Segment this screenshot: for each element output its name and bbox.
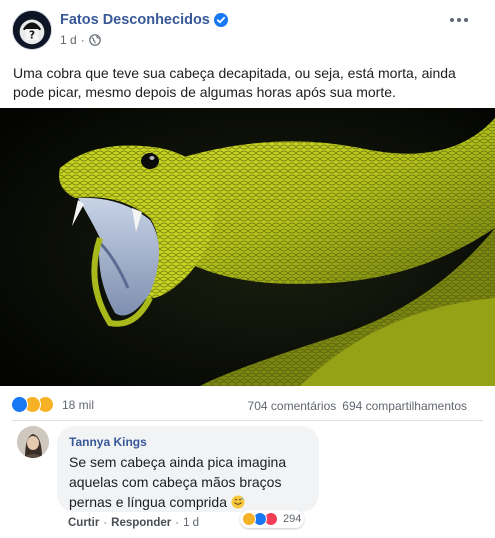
reply-comment-link[interactable]: Responder (111, 517, 171, 529)
like-reaction-icon (11, 396, 28, 413)
post-header: ? Fatos Desconhecidos 1 d · (0, 0, 495, 56)
like-comment-link[interactable]: Curtir (68, 517, 99, 529)
commenter-avatar[interactable] (17, 426, 49, 458)
page-avatar[interactable]: ? (12, 10, 52, 50)
comments-count[interactable]: 704 comentários (248, 399, 337, 413)
globe-icon (88, 34, 101, 46)
comment-body: Se sem cabeça ainda pica imagina aquelas… (69, 454, 287, 510)
post-stats: 18 mil 704 comentários 694 compartilhame… (0, 392, 495, 420)
comment-actions: Curtir · Responder · 1 d (68, 517, 199, 529)
verified-badge-icon (213, 13, 228, 27)
action-separator: · (175, 517, 180, 529)
post-meta: 1 d · (60, 33, 101, 47)
meta-separator: · (80, 33, 85, 47)
reactions-count[interactable]: 18 mil (62, 398, 94, 412)
post-text: Uma cobra que teve sua cabeça decapitada… (13, 65, 456, 100)
more-options-icon[interactable] (447, 12, 471, 28)
divider (12, 420, 483, 421)
reactions-summary[interactable]: 18 mil (11, 396, 94, 413)
comment-bubble: Tannya Kings Se sem cabeça ainda pica im… (57, 426, 319, 512)
comment-reactions-count: 294 (283, 513, 302, 525)
comment-time[interactable]: 1 d (183, 517, 199, 529)
post-time[interactable]: 1 d (60, 33, 77, 47)
page-name[interactable]: Fatos Desconhecidos (60, 12, 210, 28)
page-name-link[interactable]: Fatos Desconhecidos (60, 12, 228, 28)
engagement-counts: 704 comentários 694 compartilhamentos (248, 399, 467, 413)
svg-text:?: ? (29, 30, 35, 42)
post-photo[interactable] (0, 108, 495, 386)
sweat-smile-emoji (231, 495, 245, 509)
shares-count[interactable]: 694 compartilhamentos (342, 399, 467, 413)
haha-reaction-icon (242, 512, 256, 526)
action-separator: · (103, 517, 108, 529)
comment-reactions[interactable]: 294 (240, 510, 305, 528)
comment-text: Se sem cabeça ainda pica imagina aquelas… (69, 452, 307, 512)
commenter-name[interactable]: Tannya Kings (69, 435, 307, 449)
